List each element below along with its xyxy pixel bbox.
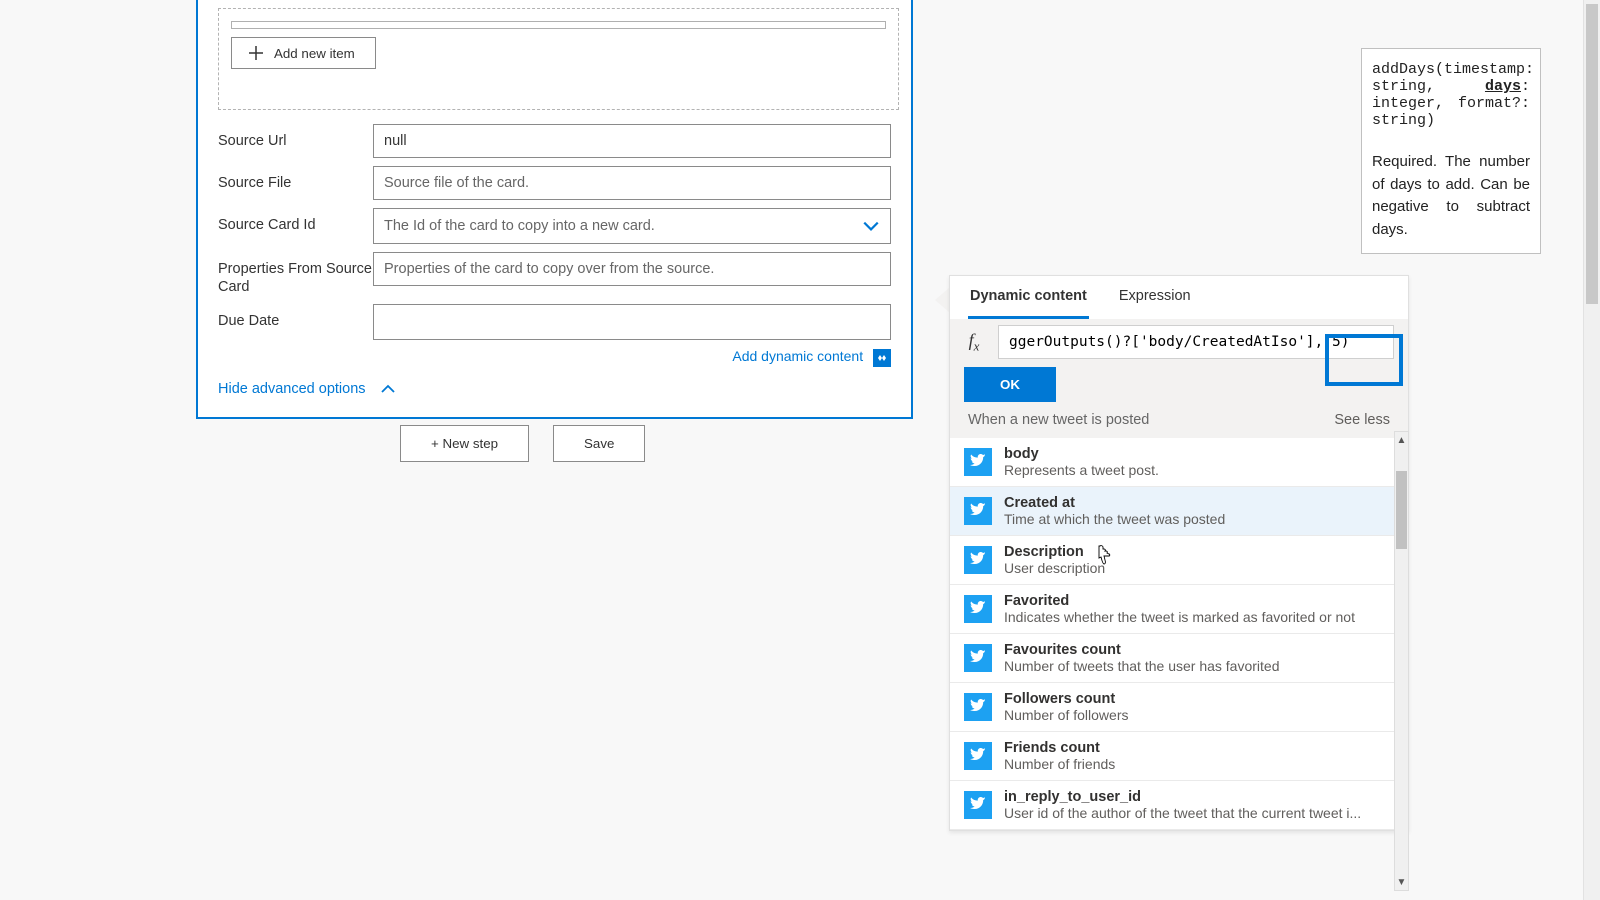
add-new-item-button[interactable]: Add new item: [231, 37, 376, 69]
dc-item-desc: Number of followers: [1004, 707, 1129, 723]
see-less-link[interactable]: See less: [1334, 412, 1390, 428]
dc-item[interactable]: Friends countNumber of friends: [950, 732, 1408, 781]
tooltip-description: Required. The number of days to add. Can…: [1372, 151, 1530, 241]
dc-tabs: Dynamic content Expression: [950, 276, 1408, 319]
plus-icon: [248, 45, 264, 61]
capture-highlight-rect: [1325, 334, 1403, 386]
dc-item-title: Description: [1004, 544, 1105, 560]
fx-icon: fx: [950, 330, 998, 355]
tab-expression[interactable]: Expression: [1117, 288, 1193, 319]
item-input[interactable]: [231, 21, 886, 29]
add-new-item-label: Add new item: [274, 46, 355, 61]
add-dynamic-icon: [873, 349, 891, 367]
dc-section-header: When a new tweet is posted See less: [950, 412, 1408, 438]
input-props-from-source[interactable]: Properties of the card to copy over from…: [373, 252, 891, 286]
dc-item-desc: Number of friends: [1004, 756, 1115, 772]
twitter-icon: [964, 742, 992, 770]
scroll-up-arrow-icon[interactable]: ▲: [1395, 432, 1408, 448]
ok-button[interactable]: OK: [964, 367, 1056, 402]
dc-item-desc: User id of the author of the tweet that …: [1004, 805, 1361, 821]
dc-item-title: Followers count: [1004, 691, 1129, 707]
dc-item[interactable]: FavoritedIndicates whether the tweet is …: [950, 585, 1408, 634]
twitter-icon: [964, 448, 992, 476]
tooltip-signature: addDays(timestamp: string, days: integer…: [1372, 61, 1530, 129]
dc-item-desc: Time at which the tweet was posted: [1004, 511, 1225, 527]
twitter-icon: [964, 693, 992, 721]
save-button[interactable]: Save: [553, 425, 645, 462]
dc-item[interactable]: bodyRepresents a tweet post.: [950, 438, 1408, 487]
hide-advanced-options-link[interactable]: Hide advanced options: [218, 381, 891, 397]
panel-connector-arrow: [935, 288, 949, 312]
dc-scrollbar[interactable]: ▲ ▼: [1394, 431, 1409, 891]
dc-item-desc: Represents a tweet post.: [1004, 462, 1159, 478]
add-dynamic-content-link[interactable]: Add dynamic content: [198, 348, 891, 366]
input-source-url[interactable]: null: [373, 124, 891, 158]
dc-item-title: body: [1004, 446, 1159, 462]
dc-item-title: Favourites count: [1004, 642, 1279, 658]
label-source-card-id: Source Card Id: [218, 208, 373, 234]
label-source-url: Source Url: [218, 124, 373, 150]
form-rows: Source Url null Source File Source file …: [218, 124, 891, 340]
label-source-file: Source File: [218, 166, 373, 192]
label-props-from-source: Properties From Source Card: [218, 252, 373, 296]
page-scrollbar[interactable]: [1583, 0, 1600, 900]
input-due-date[interactable]: [373, 304, 891, 340]
twitter-icon: [964, 644, 992, 672]
dc-item-title: Created at: [1004, 495, 1225, 511]
dc-item[interactable]: Created atTime at which the tweet was po…: [950, 487, 1408, 536]
dc-item-title: Friends count: [1004, 740, 1115, 756]
dc-item[interactable]: Favourites countNumber of tweets that th…: [950, 634, 1408, 683]
twitter-icon: [964, 791, 992, 819]
chevron-down-icon: [862, 217, 880, 235]
dc-item-title: in_reply_to_user_id: [1004, 789, 1361, 805]
repeating-items-region: Add new item: [218, 8, 899, 110]
action-card: Add new item Source Url null Source File…: [196, 0, 913, 419]
new-step-button[interactable]: + New step: [400, 425, 529, 462]
twitter-icon: [964, 595, 992, 623]
twitter-icon: [964, 546, 992, 574]
dc-item[interactable]: Followers countNumber of followers: [950, 683, 1408, 732]
dc-item-desc: User description: [1004, 560, 1105, 576]
dc-scroll-thumb[interactable]: [1396, 471, 1407, 549]
input-source-file[interactable]: Source file of the card.: [373, 166, 891, 200]
select-source-card-id[interactable]: The Id of the card to copy into a new ca…: [373, 208, 891, 244]
dc-item-title: Favorited: [1004, 593, 1355, 609]
chevron-up-icon: [380, 383, 396, 395]
page-scroll-thumb[interactable]: [1586, 4, 1598, 304]
dc-item[interactable]: in_reply_to_user_idUser id of the author…: [950, 781, 1408, 830]
dc-section-title: When a new tweet is posted: [968, 412, 1149, 428]
label-due-date: Due Date: [218, 304, 373, 330]
dc-item-desc: Number of tweets that the user has favor…: [1004, 658, 1279, 674]
dc-list: bodyRepresents a tweet post.Created atTi…: [950, 438, 1408, 830]
tab-dynamic-content[interactable]: Dynamic content: [968, 288, 1089, 319]
twitter-icon: [964, 497, 992, 525]
function-tooltip: addDays(timestamp: string, days: integer…: [1361, 48, 1541, 254]
scroll-down-arrow-icon[interactable]: ▼: [1395, 874, 1408, 890]
dc-item-desc: Indicates whether the tweet is marked as…: [1004, 609, 1355, 625]
bottom-buttons: + New step Save: [400, 425, 645, 462]
dc-item[interactable]: DescriptionUser description: [950, 536, 1408, 585]
